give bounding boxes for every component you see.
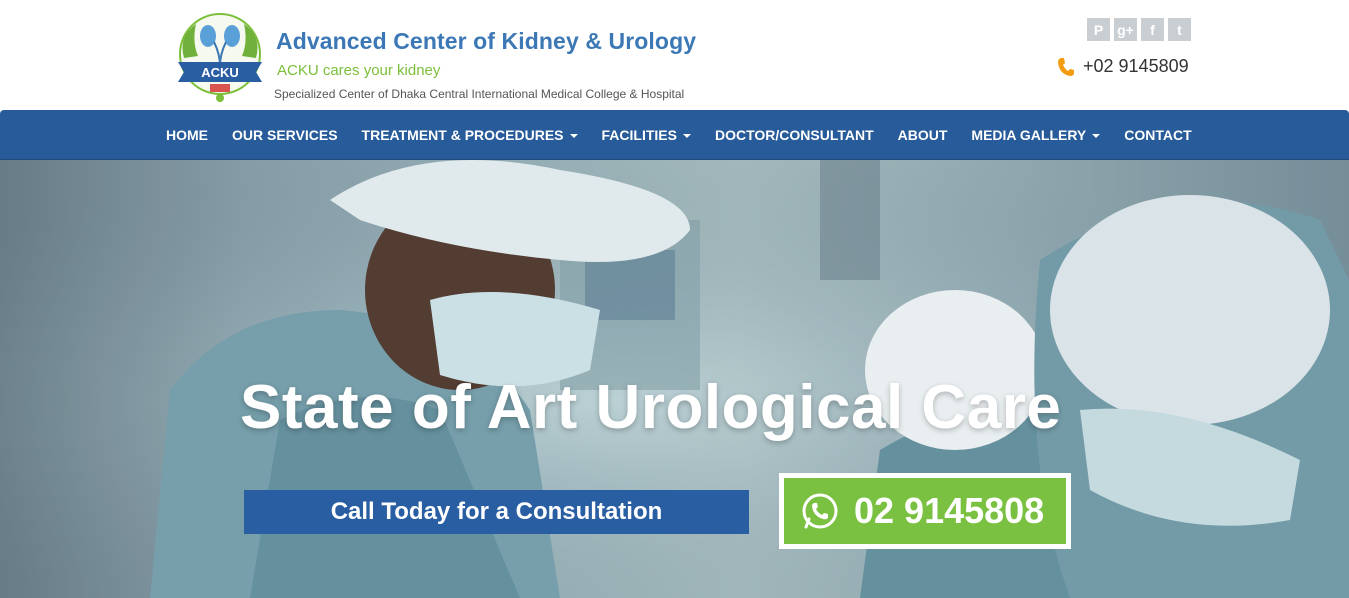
nav-item-treatment-procedures[interactable]: TREATMENT & PROCEDURES <box>350 127 590 143</box>
twitter-icon[interactable]: t <box>1168 18 1191 41</box>
site-header: ACKU Advanced Center of Kidney & Urology… <box>0 0 1349 110</box>
nav-item-home[interactable]: HOME <box>154 127 220 143</box>
nav-item-our-services[interactable]: OUR SERVICES <box>220 127 350 143</box>
hero-banner: State of Art Urological Care Call Today … <box>0 160 1349 598</box>
social-links: P g+ f t <box>1087 18 1191 41</box>
brand-subtitle: Specialized Center of Dhaka Central Inte… <box>274 87 685 101</box>
caret-down-icon <box>569 134 578 138</box>
acku-logo[interactable]: ACKU <box>174 6 266 106</box>
nav-item-media-gallery[interactable]: MEDIA GALLERY <box>959 127 1112 143</box>
logo-text: ACKU <box>201 65 239 80</box>
header-phone[interactable]: +02 9145809 <box>1057 56 1189 77</box>
hero-title: State of Art Urological Care <box>240 373 1062 442</box>
brand-tagline: ACKU cares your kidney <box>277 62 441 79</box>
header-phone-number: +02 9145809 <box>1083 56 1189 76</box>
nav-item-about[interactable]: ABOUT <box>886 127 960 143</box>
nav-label: HOME <box>166 127 208 143</box>
caret-down-icon <box>682 134 691 138</box>
nav-label: DOCTOR/CONSULTANT <box>714 127 874 143</box>
pinterest-icon[interactable]: P <box>1087 18 1110 41</box>
phone-icon <box>1058 57 1074 76</box>
nav-label: OUR SERVICES <box>232 127 338 143</box>
call-number-inner: 02 9145808 <box>784 478 1066 544</box>
main-nav: HOME OUR SERVICES TREATMENT & PROCEDURES… <box>0 110 1349 160</box>
nav-label: ABOUT <box>897 127 948 143</box>
nav-item-doctor-consultant[interactable]: DOCTOR/CONSULTANT <box>703 127 886 143</box>
caret-down-icon <box>1092 134 1101 138</box>
brand-title[interactable]: Advanced Center of Kidney & Urology <box>276 28 696 55</box>
nav-item-facilities[interactable]: FACILITIES <box>590 127 703 143</box>
nav-label: MEDIA GALLERY <box>971 127 1087 143</box>
nav-label: FACILITIES <box>601 127 677 143</box>
facebook-icon[interactable]: f <box>1141 18 1164 41</box>
whatsapp-phone-icon <box>802 493 838 529</box>
nav-label: TREATMENT & PROCEDURES <box>361 127 564 143</box>
call-number-button[interactable]: 02 9145808 <box>779 473 1071 549</box>
nav-item-contact[interactable]: CONTACT <box>1112 127 1203 143</box>
google-plus-icon[interactable]: g+ <box>1114 18 1137 41</box>
nav-label: CONTACT <box>1124 127 1192 143</box>
consultation-button[interactable]: Call Today for a Consultation <box>244 490 749 534</box>
call-number-text: 02 9145808 <box>854 490 1045 531</box>
